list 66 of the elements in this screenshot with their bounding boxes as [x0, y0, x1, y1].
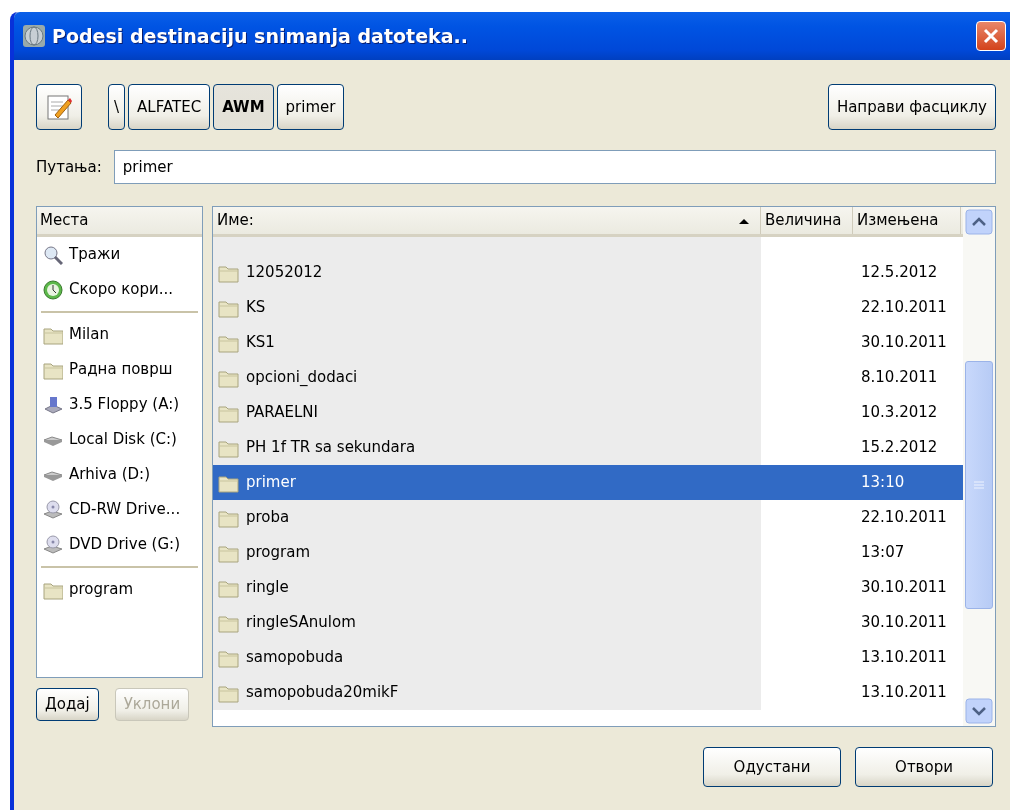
file-name: proba	[246, 507, 290, 529]
places-item[interactable]: Радна површ	[37, 352, 202, 387]
places-item[interactable]: DVD Drive (G:)	[37, 527, 202, 562]
places-item[interactable]: Milan	[37, 317, 202, 352]
places-item[interactable]: Arhiva (D:)	[37, 457, 202, 492]
modified-date: 30.10.2011	[860, 577, 948, 599]
sort-arrow-icon	[738, 216, 750, 225]
column-header[interactable]: Име:	[217, 209, 254, 232]
modified-date: 13.10.2011	[860, 647, 948, 669]
modified-date: 13.10.2011	[860, 682, 948, 704]
floppy-drive-icon	[43, 394, 63, 415]
places-item[interactable]: CD-RW Drive...	[37, 492, 202, 527]
path-field[interactable]: primer	[113, 150, 996, 184]
scrollbar[interactable]	[963, 207, 995, 726]
modified-date: 13:07	[860, 542, 906, 564]
cd-drive-icon	[43, 499, 63, 520]
modified-date: 30.10.2011	[860, 332, 948, 354]
path-button[interactable]: ALFATEC	[128, 84, 211, 130]
close-icon	[981, 26, 1001, 46]
file-name: KS	[246, 297, 266, 319]
path-button[interactable]: primer	[276, 84, 345, 130]
places-item[interactable]: 3.5 Floppy (A:)	[37, 387, 202, 422]
modified-date: 30.10.2011	[860, 612, 948, 634]
file-name: ringleSAnulom	[246, 612, 356, 634]
file-name: opcioni_dodaci	[246, 367, 358, 389]
file-name: program	[246, 542, 311, 564]
modified-date: 8.10.2011	[860, 367, 939, 389]
cd-drive-icon	[43, 534, 63, 555]
places-item[interactable]: Скоро кори...	[37, 272, 202, 307]
column-header[interactable]: Величина	[765, 209, 842, 232]
places-item[interactable]: program	[37, 572, 202, 607]
modified-date: 12.5.2012	[860, 262, 939, 284]
modified-date: 22.10.2011	[860, 297, 948, 319]
new-folder-button[interactable]: Направи фасциклу	[827, 84, 996, 130]
modified-date: 15.2.2012	[860, 437, 939, 459]
globe-icon	[22, 24, 46, 48]
modified-date: 22.10.2011	[860, 507, 948, 529]
file-name: PH 1f TR sa sekundara	[246, 437, 416, 459]
path-button[interactable]: \	[108, 84, 126, 130]
scroll-down-icon[interactable]	[965, 698, 993, 724]
magnifier-icon	[43, 244, 63, 265]
places-item[interactable]: Тражи	[37, 237, 202, 272]
places-item[interactable]: Local Disk (C:)	[37, 422, 202, 457]
close-button[interactable]	[976, 21, 1006, 51]
file-name: KS1	[246, 332, 275, 354]
open-button[interactable]: Отвори	[855, 747, 993, 787]
file-name: samopobuda20mikF	[246, 682, 399, 704]
file-name: primer	[246, 472, 296, 494]
window-title: Podesi destinaciju snimanja datoteka..	[52, 23, 469, 49]
modified-date: 13:10	[860, 472, 906, 494]
path-label: Путања:	[36, 156, 102, 178]
file-row[interactable]: primer 13:10	[213, 465, 963, 500]
file-name: 12052012	[246, 262, 323, 284]
add-button[interactable]: Додај	[36, 688, 99, 721]
file-name: samopobuda	[246, 647, 344, 669]
file-name: PARAELNI	[246, 402, 318, 424]
clock-icon	[43, 279, 63, 300]
notepad-pencil-icon	[45, 93, 73, 121]
cancel-button[interactable]: Одустани	[703, 747, 841, 787]
file-name: ringle	[246, 577, 289, 599]
column-header[interactable]: Измењена	[857, 209, 939, 232]
scroll-up-icon[interactable]	[965, 209, 993, 235]
scroll-thumb[interactable]	[965, 361, 993, 609]
edit-location-button[interactable]	[36, 84, 82, 130]
path-button[interactable]: AWM	[213, 84, 274, 130]
modified-date: 10.3.2012	[860, 402, 939, 424]
